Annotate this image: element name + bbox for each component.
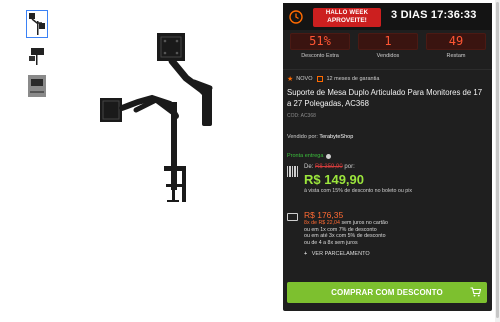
installment-option-1: ou em 1x com 7% de desconto <box>304 226 377 233</box>
plus-icon: + <box>304 251 308 258</box>
view-installments-link[interactable]: + VER PARCELAMENTO <box>304 251 484 257</box>
product-code: COD: AC368 <box>287 113 316 119</box>
thumbnail-2[interactable] <box>26 41 48 69</box>
installment-option-2: ou em até 3x com 5% de desconto <box>304 233 386 240</box>
product-info: ★ NOVO 12 meses de garantia Suporte de M… <box>287 75 488 159</box>
info-icon[interactable] <box>326 153 332 159</box>
clock-icon <box>289 10 303 24</box>
stat-remaining-label: Restam <box>446 53 466 59</box>
thumbnail-1[interactable] <box>26 10 48 38</box>
thumbnail-list <box>26 10 50 103</box>
seller-line: Vendido por: TerabyteShop <box>287 134 488 140</box>
barcode-icon <box>287 166 298 177</box>
stat-discount: 51% Desconto Extra <box>290 33 350 67</box>
calendar-icon <box>317 76 324 82</box>
stat-remaining: 49 Restam <box>426 33 486 67</box>
product-image <box>90 26 260 211</box>
current-price: R$ 149,90 <box>304 172 364 187</box>
promo-badge-title: HALLO WEEK <box>325 10 369 16</box>
card-lines: R$ 176,35 8x de R$ 22,04 sem juros no ca… <box>304 210 484 257</box>
buy-with-discount-button[interactable]: COMPRAR COM DESCONTO <box>287 282 487 303</box>
tag-new: NOVO <box>296 76 313 82</box>
stat-sold: 1 Vendidos <box>358 33 418 67</box>
credit-card-icon <box>287 213 298 221</box>
product-page: HALLO WEEK APROVEITE! 3 DIAS 17:36:33 51… <box>0 0 500 322</box>
stat-discount-label: Desconto Extra <box>301 53 339 59</box>
installment-count: 8x de <box>304 220 317 226</box>
installment-note: sem juros no cartão <box>341 220 388 226</box>
scrollbar-thumb[interactable] <box>496 2 499 318</box>
stat-remaining-value: 49 <box>426 33 486 50</box>
warranty-text: 12 meses de garantia <box>326 76 380 82</box>
stock-status: Pronta entrega <box>287 153 488 159</box>
card-price: R$ 176,35 <box>304 210 344 220</box>
seller-name[interactable]: TerabyteShop <box>319 134 353 140</box>
from-suffix: por: <box>344 164 355 170</box>
thumbnail-3[interactable] <box>26 72 48 100</box>
cart-icon <box>470 287 481 297</box>
from-prefix: De: <box>304 164 314 170</box>
promo-stats: 51% Desconto Extra 1 Vendidos 49 Restam <box>290 33 486 67</box>
promo-bar: HALLO WEEK APROVEITE! 3 DIAS 17:36:33 <box>283 3 492 30</box>
installment-line: 8x de R$ 22,04 sem juros no cartão <box>304 220 484 227</box>
stat-sold-label: Vendidos <box>376 53 400 59</box>
installment-value: R$ 22,04 <box>318 220 340 226</box>
product-tags: ★ NOVO 12 meses de garantia <box>287 75 488 83</box>
view-installments-label: VER PARCELAMENTO <box>311 251 370 258</box>
stat-discount-value: 51% <box>290 33 350 50</box>
stock-text: Pronta entrega <box>287 153 324 159</box>
product-title: Suporte de Mesa Duplo Articulado Para Mo… <box>287 88 483 108</box>
old-price: R$ 359,90 <box>315 164 343 170</box>
stat-sold-value: 1 <box>358 33 418 50</box>
price-lines: De: R$ 359,90 por: R$ 149,90 à vista com… <box>304 164 484 194</box>
seller-label: Vendido por: <box>287 134 318 140</box>
divider <box>283 69 492 70</box>
cash-discount-note: à vista com 15% de desconto no boleto ou… <box>304 188 413 194</box>
page-scrollbar[interactable] <box>495 0 500 322</box>
countdown-timer: 3 DIAS 17:36:33 <box>391 9 477 21</box>
star-icon: ★ <box>287 76 294 83</box>
purchase-panel: HALLO WEEK APROVEITE! 3 DIAS 17:36:33 51… <box>283 3 492 311</box>
installment-option-3: ou de 4 a 8x sem juros <box>304 239 358 246</box>
promo-badge: HALLO WEEK APROVEITE! <box>313 8 381 27</box>
buy-button-label: COMPRAR COM DESCONTO <box>331 288 443 297</box>
old-price-line: De: R$ 359,90 por: <box>304 164 484 170</box>
promo-badge-subtitle: APROVEITE! <box>327 17 367 24</box>
